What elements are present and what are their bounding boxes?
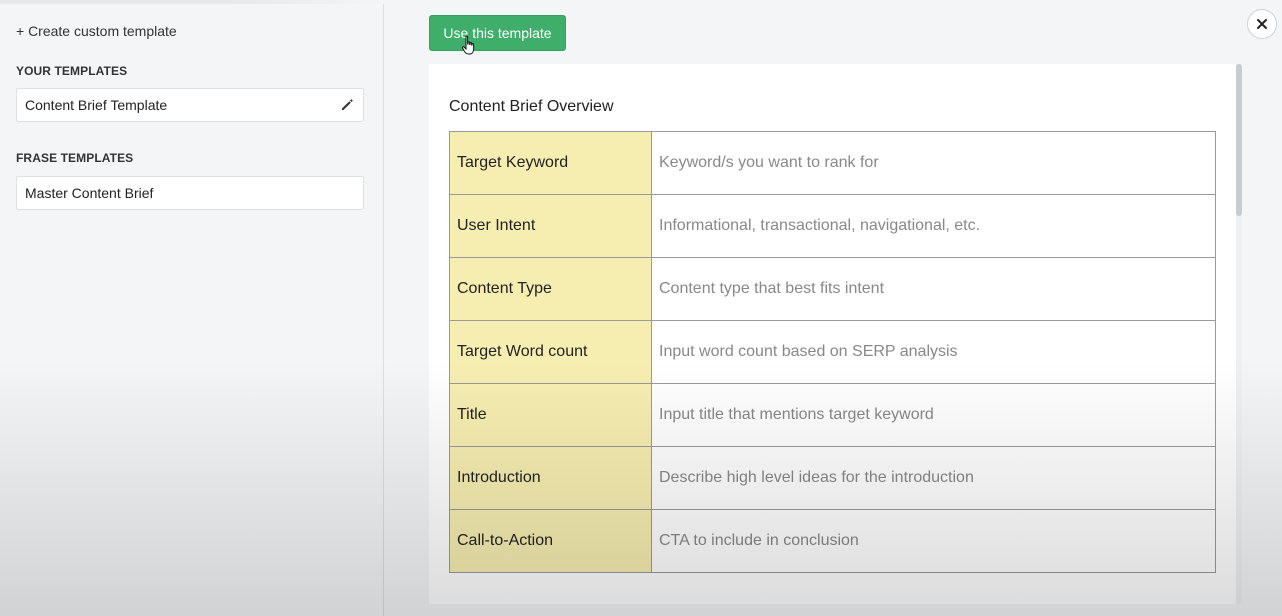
table-row: Content Type Content type that best fits…	[449, 257, 1216, 321]
row-value: CTA to include in conclusion	[651, 509, 1216, 573]
document-scrollbar[interactable]	[1236, 64, 1242, 604]
row-value: Input title that mentions target keyword	[651, 383, 1216, 447]
hand-cursor-icon	[461, 35, 475, 55]
row-key: Title	[449, 383, 652, 447]
template-item-content-brief-template[interactable]: Content Brief Template	[16, 88, 364, 122]
close-button[interactable]	[1247, 9, 1277, 39]
close-icon	[1257, 19, 1267, 29]
table-row: Introduction Describe high level ideas f…	[449, 446, 1216, 510]
row-key: User Intent	[449, 194, 652, 258]
content-brief-table: Target Keyword Keyword/s you want to ran…	[449, 131, 1216, 573]
table-row: Title Input title that mentions target k…	[449, 383, 1216, 447]
row-key: Target Keyword	[449, 131, 652, 195]
row-value: Input word count based on SERP analysis	[651, 320, 1216, 384]
pencil-icon[interactable]	[339, 97, 355, 113]
table-row: Target Word count Input word count based…	[449, 320, 1216, 384]
row-key: Target Word count	[449, 320, 652, 384]
table-row: Target Keyword Keyword/s you want to ran…	[449, 131, 1216, 195]
table-row: Call-to-Action CTA to include in conclus…	[449, 509, 1216, 573]
template-item-master-content-brief[interactable]: Master Content Brief	[16, 176, 364, 210]
row-key: Content Type	[449, 257, 652, 321]
scrollbar-thumb[interactable]	[1236, 64, 1242, 216]
row-value: Keyword/s you want to rank for	[651, 131, 1216, 195]
row-value: Informational, transactional, navigation…	[651, 194, 1216, 258]
table-row: User Intent Informational, transactional…	[449, 194, 1216, 258]
template-preview-panel: Use this template Content Brief Overview…	[385, 0, 1282, 616]
row-key: Call-to-Action	[449, 509, 652, 573]
template-document: Content Brief Overview Target Keyword Ke…	[429, 64, 1236, 604]
sidebar-top-divider	[0, 0, 384, 4]
use-this-template-button[interactable]: Use this template	[429, 15, 566, 51]
template-sidebar: + Create custom template YOUR TEMPLATES …	[0, 0, 384, 616]
row-value: Content type that best fits intent	[651, 257, 1216, 321]
doc-title: Content Brief Overview	[449, 98, 614, 115]
create-custom-template-link[interactable]: + Create custom template	[16, 23, 177, 39]
template-item-label: Content Brief Template	[25, 97, 168, 113]
row-value: Describe high level ideas for the introd…	[651, 446, 1216, 510]
frase-templates-heading: FRASE TEMPLATES	[16, 151, 134, 165]
row-key: Introduction	[449, 446, 652, 510]
your-templates-heading: YOUR TEMPLATES	[16, 64, 128, 78]
template-item-label: Master Content Brief	[25, 185, 154, 201]
